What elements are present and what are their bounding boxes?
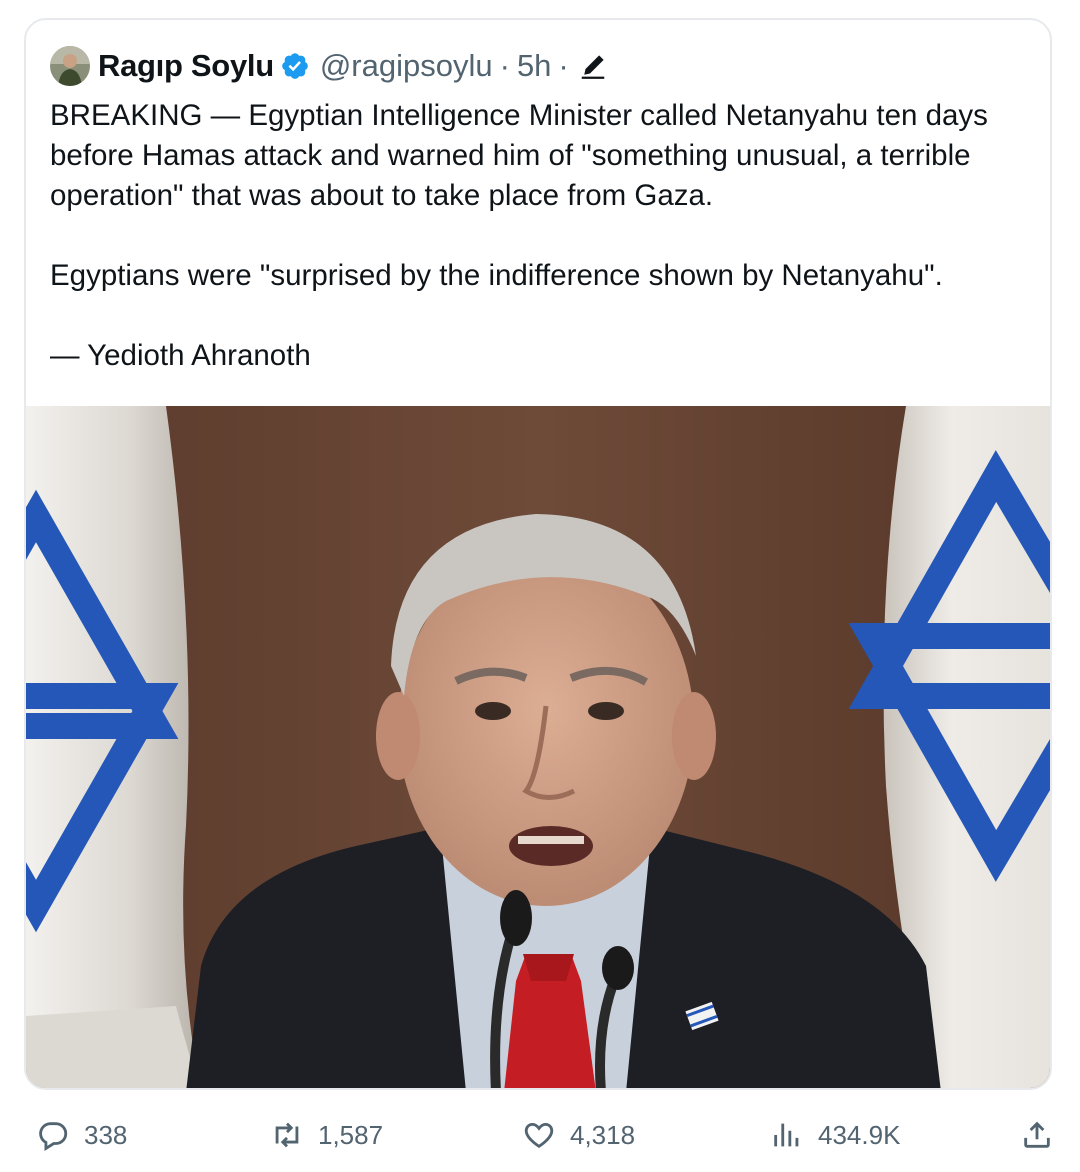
- share-button[interactable]: [1020, 1118, 1068, 1152]
- avatar[interactable]: [50, 46, 90, 86]
- author-display-name[interactable]: Ragıp Soylu: [98, 48, 274, 84]
- author-handle[interactable]: @ragipsoylu: [320, 48, 493, 84]
- heart-icon: [524, 1122, 554, 1148]
- tweet-header: Ragıp Soylu @ragipsoylu · 5h ·: [50, 46, 608, 86]
- retweet-icon: [275, 1122, 299, 1148]
- views-count: 434.9K: [818, 1119, 901, 1150]
- edited-pencil-icon[interactable]: [578, 51, 608, 81]
- views-button[interactable]: 434.9K: [770, 1118, 900, 1152]
- tweet-action-bar: 338 1,587 4,318 434.9K: [0, 1110, 1080, 1166]
- tweet-text: BREAKING — Egyptian Intelligence Ministe…: [50, 96, 1040, 376]
- timestamp[interactable]: 5h: [517, 48, 551, 84]
- tweet-photo[interactable]: [26, 406, 1050, 1088]
- reply-count: 338: [84, 1119, 128, 1150]
- tweet-paragraph: BREAKING — Egyptian Intelligence Ministe…: [50, 99, 988, 212]
- retweet-button[interactable]: 1,587: [270, 1118, 383, 1152]
- separator-dot: ·: [499, 48, 510, 83]
- tweet-card[interactable]: Ragıp Soylu @ragipsoylu · 5h · BREAKING …: [24, 18, 1052, 1090]
- like-button[interactable]: 4,318: [522, 1118, 635, 1152]
- reply-button[interactable]: 338: [36, 1118, 127, 1152]
- retweet-count: 1,587: [318, 1119, 384, 1150]
- tweet-source-line: — Yedioth Ahranoth: [50, 339, 311, 372]
- share-icon: [1024, 1121, 1050, 1148]
- tweet-paragraph: Egyptians were "surprised by the indiffe…: [50, 259, 943, 292]
- separator-dot: ·: [558, 48, 569, 83]
- like-count: 4,318: [570, 1119, 636, 1150]
- reply-icon: [39, 1122, 68, 1152]
- analytics-bar-icon: [774, 1123, 799, 1147]
- verified-badge-icon: [282, 53, 308, 79]
